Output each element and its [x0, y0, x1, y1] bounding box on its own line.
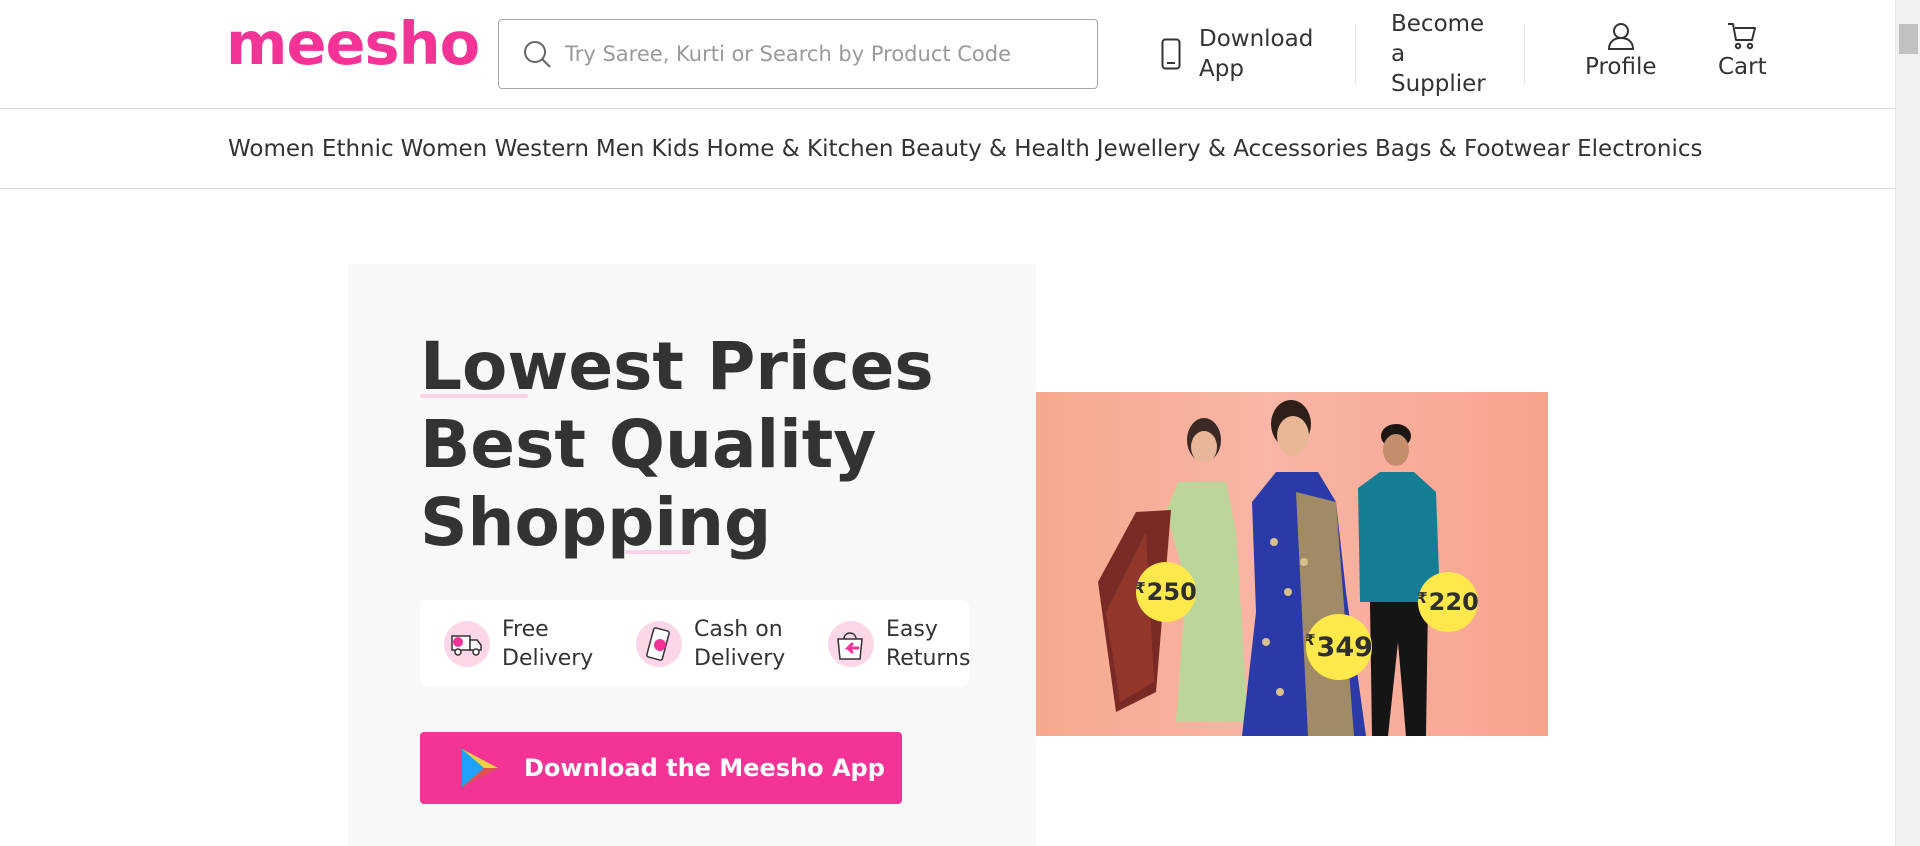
category-nav: Women Ethnic Women Western Men Kids Home… [0, 110, 1895, 189]
become-supplier-link[interactable]: Become a Supplier [1391, 9, 1486, 99]
become-supplier-label-2: a [1391, 41, 1406, 67]
feature-label-2: Delivery [502, 645, 594, 671]
header-divider [1355, 24, 1356, 84]
cta-label: Download the Meesho App [524, 754, 885, 782]
category-kids[interactable]: Kids [651, 136, 699, 162]
price-amount: 349 [1316, 631, 1373, 663]
user-icon [1607, 23, 1634, 50]
category-jewellery-accessories[interactable]: Jewellery & Accessories [1097, 136, 1368, 162]
price-currency: ₹ [1305, 631, 1316, 649]
feature-label-1: Free [502, 616, 549, 642]
cash-on-delivery-icon [636, 620, 682, 667]
profile-link[interactable]: Profile [1585, 22, 1657, 80]
play-store-icon [462, 749, 498, 787]
models-illustration [1098, 400, 1440, 736]
scrollbar-thumb[interactable] [1899, 24, 1918, 54]
meesho-logo[interactable]: meesho [226, 14, 480, 73]
cart-label: Cart [1718, 54, 1767, 80]
category-beauty-health[interactable]: Beauty & Health [900, 136, 1089, 162]
category-bags-footwear[interactable]: Bags & Footwear [1375, 136, 1570, 162]
cart-link[interactable]: Cart [1718, 22, 1767, 80]
price-currency: ₹ [1417, 589, 1428, 607]
feature-easy-returns: Easy Returns [828, 615, 996, 673]
features-strip: Free Delivery Cash on Delivery Easy Retu… [420, 600, 970, 687]
category-electronics[interactable]: Electronics [1577, 136, 1702, 162]
feature-label-2: Delivery [694, 645, 786, 671]
category-home-kitchen[interactable]: Home & Kitchen [707, 136, 894, 162]
price-amount: 220 [1428, 588, 1479, 616]
price-amount: 250 [1146, 578, 1197, 606]
profile-label: Profile [1585, 54, 1657, 80]
hero-models-image: ₹ 250 ₹ 349 ₹ 220 [1036, 392, 1548, 736]
cart-icon [1728, 23, 1757, 50]
headline-line-2: Best Quality [420, 406, 877, 483]
category-women-western[interactable]: Women Western [401, 136, 589, 162]
price-tag: ₹ 220 [1417, 572, 1479, 632]
headline-line-3: Shopping [420, 484, 772, 561]
header-divider [1524, 24, 1525, 84]
download-app-label-2: App [1199, 56, 1244, 82]
page-scrollbar[interactable] [1895, 0, 1920, 846]
download-app-label-1: Download [1199, 26, 1314, 52]
price-currency: ₹ [1135, 579, 1146, 597]
feature-label-2: Returns [886, 645, 971, 671]
price-tag: ₹ 250 [1135, 562, 1197, 622]
mobile-phone-icon [1161, 38, 1181, 70]
feature-free-delivery: Free Delivery [444, 615, 612, 673]
easy-returns-icon [828, 620, 874, 667]
category-women-ethnic[interactable]: Women Ethnic [228, 136, 394, 162]
download-meesho-app-button[interactable]: Download the Meesho App [420, 732, 902, 804]
search-icon [524, 41, 551, 68]
search-input[interactable] [565, 42, 1085, 66]
feature-label-1: Cash on [694, 616, 783, 642]
hero-headline: Lowest Prices Best Quality Shopping [420, 328, 934, 562]
download-app-link[interactable]: Download App [1161, 24, 1313, 84]
site-header: meesho Download App Become a Supplier [0, 0, 1895, 109]
feature-label-1: Easy [886, 616, 938, 642]
feature-cash-on-delivery: Cash on Delivery [636, 615, 804, 673]
search-box[interactable] [498, 19, 1098, 89]
headline-line-1: Lowest Prices [420, 328, 934, 405]
become-supplier-label-3: Supplier [1391, 71, 1486, 97]
category-men[interactable]: Men [596, 136, 645, 162]
delivery-truck-icon [444, 620, 490, 667]
become-supplier-label-1: Become [1391, 11, 1485, 37]
price-tag: ₹ 349 [1305, 614, 1373, 680]
